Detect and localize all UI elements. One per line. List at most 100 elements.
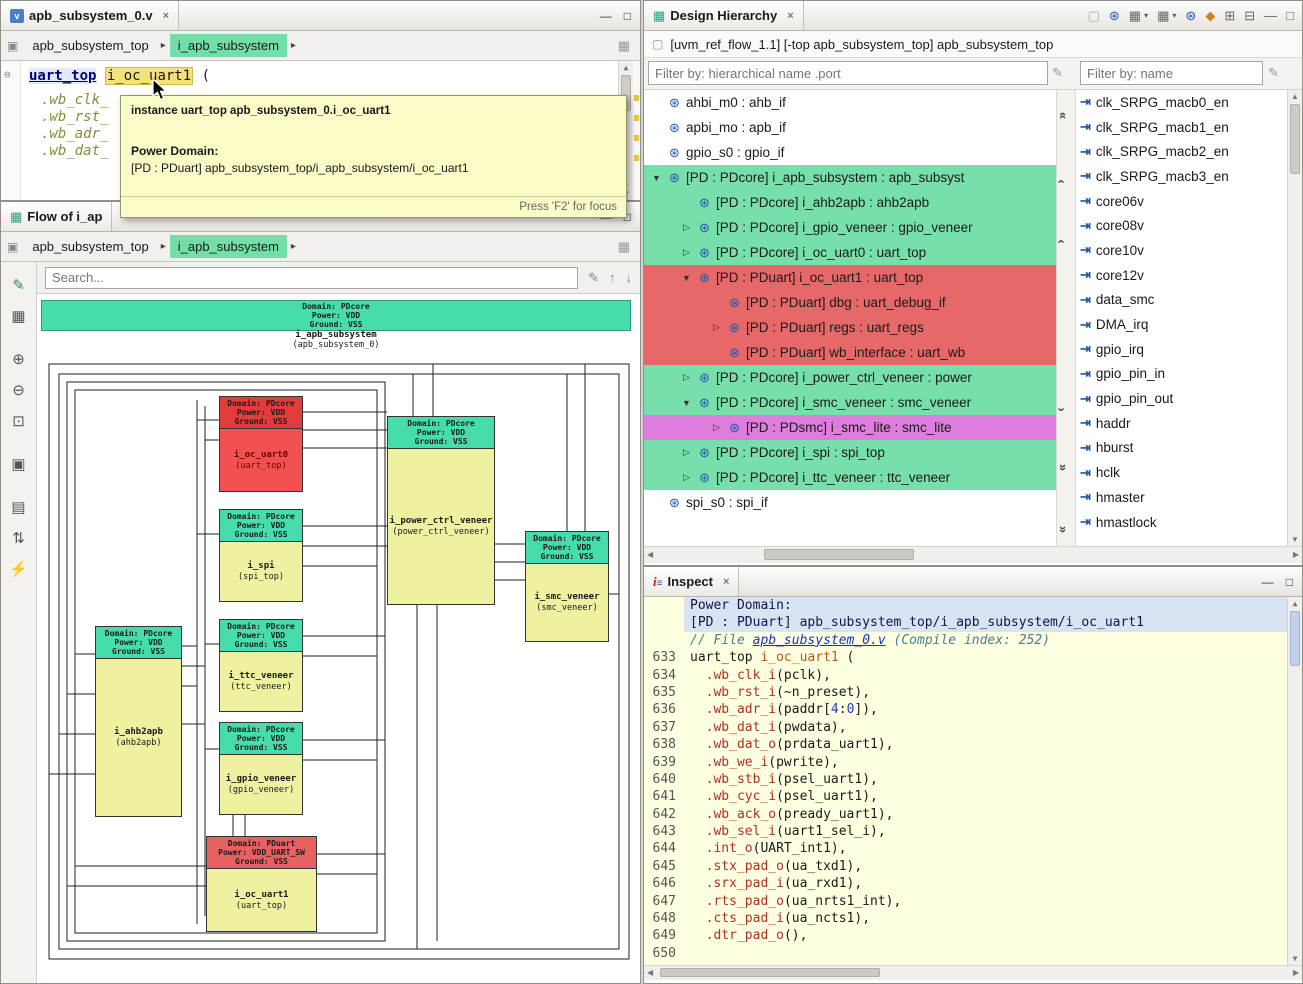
filter-clear-icon[interactable]: ✎ xyxy=(1052,65,1063,81)
edit-diagram-icon[interactable]: ✎ xyxy=(7,274,31,296)
scrollbar-thumb[interactable] xyxy=(1290,104,1300,174)
tree-row[interactable]: ⊛[PD : PDuart] dbg : uart_debug_if xyxy=(644,290,1056,315)
expand-all-icon[interactable]: ⊞ xyxy=(1224,8,1235,24)
breadcrumb-apb-subsystem-top[interactable]: apb_subsystem_top xyxy=(24,34,156,57)
inspect-body[interactable]: Power Domain: [PD : PDuart] apb_subsyste… xyxy=(644,597,1302,965)
scroll-left-arrow-icon[interactable]: ◀ xyxy=(647,550,653,559)
minimize-icon[interactable]: — xyxy=(1264,8,1277,23)
breadcrumb-apb-subsystem-top[interactable]: apb_subsystem_top xyxy=(24,235,156,258)
scroll-up-arrow-icon[interactable]: ▲ xyxy=(1288,599,1302,608)
scroll-down-arrow-icon[interactable]: ▼ xyxy=(1288,535,1302,544)
filter-clear-icon[interactable]: ✎ xyxy=(1268,65,1279,81)
tree-row[interactable]: ▷⊛[PD : PDsmc] i_smc_lite : smc_lite xyxy=(644,415,1056,440)
scroll-down-icon[interactable]: › xyxy=(1055,407,1070,411)
dropdown-arrow-icon[interactable]: ▾ xyxy=(1144,11,1148,20)
signal-item[interactable]: ⇥data_smc xyxy=(1076,288,1287,313)
signals-vertical-scrollbar[interactable]: ▲ ▼ xyxy=(1287,90,1302,546)
scroll-up-arrow-icon[interactable]: ▲ xyxy=(619,63,633,72)
tree-row[interactable]: ⊛apbi_mo : apb_if xyxy=(644,115,1056,140)
signal-item[interactable]: ⇥hmaster xyxy=(1076,485,1287,510)
signal-item[interactable]: ⇥gpio_irq xyxy=(1076,337,1287,362)
tree-expander-icon[interactable]: ▷ xyxy=(680,472,693,483)
search-input[interactable] xyxy=(45,267,578,289)
maximize-icon[interactable]: □ xyxy=(624,9,631,23)
column-select-icon[interactable]: ▦ xyxy=(1157,8,1169,24)
tree-expander-icon[interactable]: ▷ xyxy=(710,422,723,433)
tab-inspect[interactable]: i≡ Inspect × xyxy=(644,567,739,596)
layout-select-icon[interactable]: ▦ xyxy=(1129,8,1141,24)
tree-row[interactable]: ⊛[PD : PDuart] wb_interface : uart_wb xyxy=(644,340,1056,365)
signal-item[interactable]: ⇥clk_SRPG_macb0_en xyxy=(1076,90,1287,115)
signal-item[interactable]: ⇥hburst xyxy=(1076,436,1287,461)
tree-row[interactable]: ▷⊛[PD : PDcore] i_oc_uart0 : uart_top xyxy=(644,240,1056,265)
tree-row[interactable]: ▼⊛[PD : PDcore] i_apb_subsystem : apb_su… xyxy=(644,165,1056,190)
flow-diagram-canvas[interactable]: Domain: PDcore Power: VDD Ground: VSS i_… xyxy=(37,294,640,983)
tree-row[interactable]: ▼⊛[PD : PDcore] i_smc_veneer : smc_venee… xyxy=(644,390,1056,415)
settings-gear-icon[interactable]: ⊛ xyxy=(1109,8,1120,24)
trace-icon[interactable]: ⚡ xyxy=(7,558,31,580)
scrollbar-thumb[interactable] xyxy=(660,968,880,977)
hierarchy-horizontal-scrollbar[interactable]: ◀ ▶ xyxy=(644,546,1302,563)
zoom-out-icon[interactable]: ⊖ xyxy=(7,379,31,401)
signal-item[interactable]: ⇥clk_SRPG_macb3_en xyxy=(1076,164,1287,189)
tree-expander-icon[interactable]: ▼ xyxy=(650,173,663,183)
swap-view-icon[interactable]: ⇅ xyxy=(7,527,31,549)
search-next-icon[interactable]: ↓ xyxy=(626,270,633,285)
tab-apb-subsystem-0-v[interactable]: v apb_subsystem_0.v × xyxy=(1,1,179,30)
flow-block-i_power_ctrl_veneer[interactable]: Domain: PDcorePower: VDDGround: VSSi_pow… xyxy=(387,416,495,605)
scroll-left-arrow-icon[interactable]: ◀ xyxy=(647,968,653,977)
tree-row[interactable]: ⊛[PD : PDcore] i_ahb2apb : ahb2apb xyxy=(644,190,1056,215)
properties-icon[interactable]: ▢ xyxy=(1088,8,1100,24)
flow-block-i_gpio_veneer[interactable]: Domain: PDcorePower: VDDGround: VSSi_gpi… xyxy=(219,722,303,815)
tab-flow[interactable]: ▦ Flow of i_ap xyxy=(1,202,112,231)
signal-item[interactable]: ⇥DMA_irq xyxy=(1076,312,1287,337)
signal-item[interactable]: ⇥hmastlock xyxy=(1076,510,1287,535)
hierarchical-name-filter-input[interactable] xyxy=(648,61,1048,85)
flow-block-i_ahb2apb[interactable]: Domain: PDcorePower: VDDGround: VSSi_ahb… xyxy=(95,626,182,817)
layout-grid-icon[interactable]: ▦ xyxy=(618,38,630,54)
hierarchy-tree[interactable]: ⊛ahbi_m0 : ahb_if⊛apbi_mo : apb_if⊛gpio_… xyxy=(644,90,1056,546)
signal-item[interactable]: ⇥core12v xyxy=(1076,263,1287,288)
minimize-icon[interactable]: — xyxy=(1262,575,1274,589)
signal-item[interactable]: ⇥core06v xyxy=(1076,189,1287,214)
flow-block-i_oc_uart0[interactable]: Domain: PDcorePower: VDDGround: VSSi_oc_… xyxy=(219,396,303,492)
tree-expander-icon[interactable]: ▷ xyxy=(680,222,693,233)
report-icon[interactable]: ▤ xyxy=(7,496,31,518)
flow-block-i_oc_uart1[interactable]: Domain: PDuartPower: VDD_UART_SWGround: … xyxy=(206,836,317,932)
name-filter-input[interactable] xyxy=(1080,61,1263,85)
layout-grid-icon[interactable]: ▦ xyxy=(618,239,630,255)
scroll-down-arrow-icon[interactable]: ▼ xyxy=(1288,954,1302,963)
close-tab-icon[interactable]: × xyxy=(723,576,729,588)
tree-row[interactable]: ▷⊛[PD : PDuart] regs : uart_regs xyxy=(644,315,1056,340)
flow-block-i_spi[interactable]: Domain: PDcorePower: VDDGround: VSSi_spi… xyxy=(219,509,303,602)
flow-block-i_smc_veneer[interactable]: Domain: PDcorePower: VDDGround: VSSi_smc… xyxy=(525,531,609,642)
tree-row[interactable]: ⊛spi_s0 : spi_if xyxy=(644,490,1056,515)
breadcrumb-i-apb-subsystem[interactable]: i_apb_subsystem xyxy=(170,235,287,258)
highlight-icon[interactable]: ✎ xyxy=(588,270,599,286)
inspect-horizontal-scrollbar[interactable]: ◀ ▶ xyxy=(644,965,1302,980)
maximize-icon[interactable]: □ xyxy=(1286,8,1294,23)
tree-row[interactable]: ⊛gpio_s0 : gpio_if xyxy=(644,140,1056,165)
scroll-to-bottom-icon[interactable]: » xyxy=(1056,526,1071,533)
scroll-up-page-icon[interactable]: ‹ xyxy=(1055,239,1070,243)
tree-row[interactable]: ▷⊛[PD : PDcore] i_power_ctrl_veneer : po… xyxy=(644,365,1056,390)
fold-collapse-icon[interactable]: ⊖ xyxy=(4,68,11,81)
scroll-up-arrow-icon[interactable]: ▲ xyxy=(1288,92,1302,101)
breadcrumb-i-apb-subsystem[interactable]: i_apb_subsystem xyxy=(170,34,287,57)
highlight-icon[interactable]: ◆ xyxy=(1205,8,1215,24)
tree-expander-icon[interactable]: ▷ xyxy=(680,247,693,258)
signal-item[interactable]: ⇥clk_SRPG_macb1_en xyxy=(1076,115,1287,140)
tree-expander-icon[interactable]: ▷ xyxy=(680,372,693,383)
signal-item[interactable]: ⇥gpio_pin_out xyxy=(1076,386,1287,411)
tree-row[interactable]: ⊛ahbi_m0 : ahb_if xyxy=(644,90,1056,115)
search-previous-icon[interactable]: ↑ xyxy=(609,270,616,285)
tree-expander-icon[interactable]: ▷ xyxy=(710,322,723,333)
signal-item[interactable]: ⇥core10v xyxy=(1076,238,1287,263)
scroll-right-arrow-icon[interactable]: ▶ xyxy=(1293,550,1299,559)
module-keyword[interactable]: uart_top xyxy=(29,68,96,84)
scroll-down-page-icon[interactable]: » xyxy=(1056,464,1071,471)
zoom-in-icon[interactable]: ⊕ xyxy=(7,348,31,370)
close-tab-icon[interactable]: × xyxy=(163,10,169,22)
signal-item[interactable]: ⇥core08v xyxy=(1076,213,1287,238)
maximize-icon[interactable]: □ xyxy=(1286,575,1293,589)
